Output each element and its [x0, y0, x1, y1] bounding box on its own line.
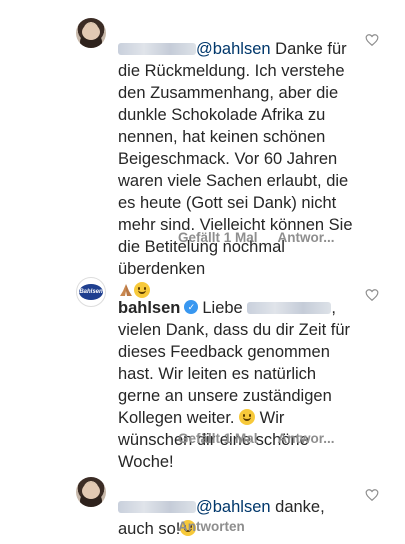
comment-body: , vielen Dank, dass du dir Zeit für dies… — [118, 299, 351, 427]
comment-text-first: Danke für — [270, 40, 347, 58]
redacted-username[interactable] — [118, 42, 196, 55]
avatar[interactable]: Bahlsen — [76, 277, 106, 307]
reply-button[interactable]: Antwor... — [278, 230, 335, 245]
comment-greeting: Liebe — [202, 299, 243, 317]
comment-meta: Gefällt 1 Mal Antwor... — [178, 431, 355, 446]
redacted-username[interactable] — [118, 500, 196, 513]
heart-icon[interactable] — [365, 288, 379, 302]
heart-icon[interactable] — [365, 488, 379, 502]
smile-emoji — [239, 409, 256, 426]
mention-link[interactable]: @bahlsen — [196, 40, 271, 58]
comment-meta: Gefällt 1 Mal Antwor... — [178, 230, 355, 245]
comment-text-second: auch so! — [118, 520, 181, 538]
avatar[interactable] — [76, 477, 106, 507]
avatar[interactable] — [76, 18, 106, 48]
comment-meta: Antworten — [178, 519, 265, 534]
username-link[interactable]: bahlsen — [118, 299, 180, 317]
heart-icon[interactable] — [365, 33, 379, 47]
comment-text: @bahlsen Danke für die Rückmeldung. Ich … — [118, 16, 358, 302]
verified-icon: ✓ — [184, 300, 199, 315]
comment-text-first: danke, — [270, 498, 325, 516]
mention-link[interactable]: @bahlsen — [196, 498, 271, 516]
comment-body: die Rückmeldung. Ich verstehe den Zusamm… — [118, 62, 353, 278]
reply-button[interactable]: Antworten — [178, 519, 245, 534]
bahlsen-logo: Bahlsen — [79, 284, 103, 300]
likes-count[interactable]: Gefällt 1 Mal — [178, 230, 258, 245]
reply-button[interactable]: Antwor... — [278, 431, 335, 446]
likes-count[interactable]: Gefällt 1 Mal — [178, 431, 258, 446]
redacted-username[interactable] — [247, 301, 332, 314]
